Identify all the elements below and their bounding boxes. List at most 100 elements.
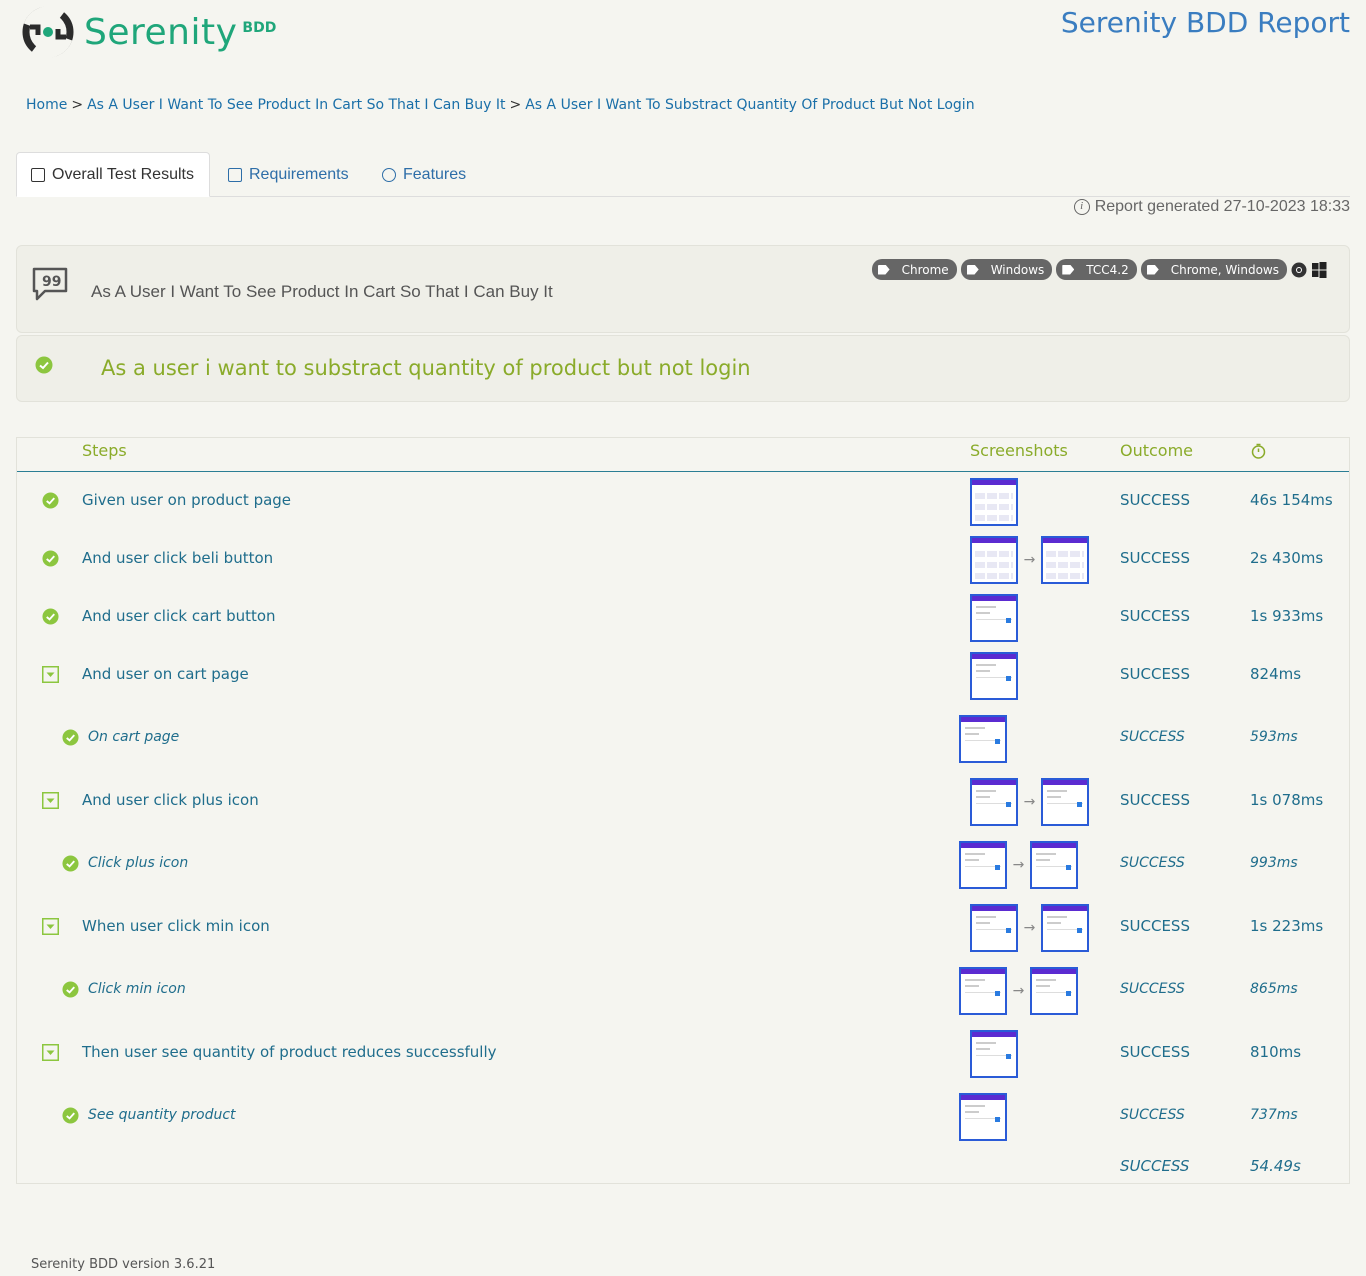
windows-icon <box>1312 261 1327 278</box>
tab-label: Requirements <box>249 165 349 183</box>
tag-tcc[interactable]: TCC4.2 <box>1056 259 1137 280</box>
screenshots: → <box>970 778 1089 826</box>
step-description: And user click plus icon <box>82 791 259 809</box>
footer-version: Serenity BDD version 3.6.21 <box>31 1257 216 1272</box>
screenshot-thumbnail[interactable] <box>1041 536 1089 584</box>
step-duration: 2s 430ms <box>1250 549 1324 567</box>
screenshot-thumbnail[interactable] <box>959 715 1007 763</box>
tag-icon <box>1146 264 1159 275</box>
table-row-substep: Click min icon → SUCCESS 865ms <box>17 967 1349 1015</box>
breadcrumb-home[interactable]: Home <box>26 97 67 113</box>
logo-subtext: BDD <box>242 20 277 36</box>
step-outcome: SUCCESS <box>1120 917 1190 935</box>
header-screenshots: Screenshots <box>970 441 1068 460</box>
tag-chrome[interactable]: Chrome <box>871 259 957 280</box>
screenshot-thumbnail[interactable] <box>1030 967 1078 1015</box>
tab-label: Overall Test Results <box>52 165 194 183</box>
serenity-logo[interactable]: Serenity BDD <box>22 5 276 59</box>
table-row[interactable]: And user click plus icon → SUCCESS 1s 07… <box>17 778 1349 826</box>
chrome-icon <box>1291 262 1307 277</box>
tab-label: Features <box>403 165 467 183</box>
step-duration: 737ms <box>1250 1107 1298 1123</box>
screenshots: → <box>959 967 1078 1015</box>
breadcrumb-feature[interactable]: As A User I Want To See Product In Cart … <box>87 97 505 113</box>
screenshots: → <box>959 841 1078 889</box>
arrow-right-icon: → <box>1012 983 1025 999</box>
expand-toggle-icon[interactable] <box>42 918 59 935</box>
requirement-title[interactable]: As A User I Want To See Product In Cart … <box>91 282 553 302</box>
screenshots <box>959 1093 1007 1141</box>
tag-chrome-windows[interactable]: Chrome, Windows <box>1140 259 1287 280</box>
step-description: On cart page <box>88 729 180 745</box>
quote-bubble-icon: 99 <box>32 267 68 301</box>
expand-toggle-icon[interactable] <box>42 1044 59 1061</box>
tab-features[interactable]: Features <box>368 152 480 197</box>
screenshots <box>970 1030 1018 1078</box>
screenshot-thumbnail[interactable] <box>970 478 1018 526</box>
expand-toggle-icon[interactable] <box>42 792 59 809</box>
table-row: Given user on product page SUCCESS 46s 1… <box>17 478 1349 526</box>
step-duration: 1s 933ms <box>1250 607 1324 625</box>
tag-windows[interactable]: Windows <box>960 259 1053 280</box>
total-outcome: SUCCESS <box>1120 1157 1190 1175</box>
screenshots <box>970 478 1018 526</box>
success-icon <box>62 981 79 998</box>
step-outcome: SUCCESS <box>1120 549 1190 567</box>
tag-label: Windows <box>990 262 1045 277</box>
step-description: And user click beli button <box>82 549 274 567</box>
breadcrumb-scenario[interactable]: As A User I Want To Substract Quantity O… <box>525 97 974 113</box>
screenshot-thumbnail[interactable] <box>959 967 1007 1015</box>
table-row-substep: See quantity product SUCCESS 737ms <box>17 1093 1349 1141</box>
success-icon <box>42 550 59 567</box>
arrow-right-icon: → <box>1012 857 1025 873</box>
screenshot-thumbnail[interactable] <box>959 841 1007 889</box>
step-description: Click min icon <box>88 981 186 997</box>
list-icon <box>228 167 242 182</box>
scenario-panel: As a user i want to substract quantity o… <box>16 335 1350 402</box>
success-icon <box>62 855 79 872</box>
step-description: Then user see quantity of product reduce… <box>82 1043 497 1061</box>
checklist-icon <box>31 167 45 182</box>
scenario-title: As a user i want to substract quantity o… <box>101 356 751 380</box>
screenshot-thumbnail[interactable] <box>1041 904 1089 952</box>
screenshot-thumbnail[interactable] <box>970 778 1018 826</box>
stopwatch-icon <box>1251 443 1266 459</box>
step-duration: 593ms <box>1250 729 1298 745</box>
report-generated-text: Report generated 27-10-2023 18:33 <box>1094 198 1350 215</box>
step-outcome: SUCCESS <box>1120 665 1190 683</box>
step-outcome: SUCCESS <box>1120 981 1185 997</box>
step-outcome: SUCCESS <box>1120 491 1190 509</box>
screenshot-thumbnail[interactable] <box>1030 841 1078 889</box>
screenshots <box>970 652 1018 700</box>
screenshot-thumbnail[interactable] <box>970 904 1018 952</box>
expand-toggle-icon[interactable] <box>42 666 59 683</box>
screenshot-thumbnail[interactable] <box>959 1093 1007 1141</box>
info-icon: i <box>1073 199 1090 215</box>
tag-icon <box>877 264 890 275</box>
table-row[interactable]: When user click min icon → SUCCESS 1s 22… <box>17 904 1349 952</box>
screenshot-thumbnail[interactable] <box>970 536 1018 584</box>
screenshot-thumbnail[interactable] <box>970 594 1018 642</box>
report-title: Serenity BDD Report <box>1060 6 1350 39</box>
arrow-right-icon: → <box>1023 794 1036 810</box>
steps-table-header: Steps Screenshots Outcome <box>17 438 1349 472</box>
step-description: Given user on product page <box>82 491 292 509</box>
total-duration: 54.49s <box>1250 1157 1301 1175</box>
tab-requirements[interactable]: Requirements <box>214 152 363 197</box>
screenshot-thumbnail[interactable] <box>970 652 1018 700</box>
report-generated: i Report generated 27-10-2023 18:33 <box>1073 198 1350 216</box>
svg-text:99: 99 <box>42 274 61 290</box>
tag-list: Chrome Windows TCC4.2 Chrome, Windows <box>871 259 1327 280</box>
table-row[interactable]: Then user see quantity of product reduce… <box>17 1030 1349 1078</box>
table-row-substep: Click plus icon → SUCCESS 993ms <box>17 841 1349 889</box>
step-description: And user click cart button <box>82 607 276 625</box>
screenshot-thumbnail[interactable] <box>970 1030 1018 1078</box>
step-description: When user click min icon <box>82 917 270 935</box>
table-row[interactable]: And user on cart page SUCCESS 824ms <box>17 652 1349 700</box>
step-duration: 993ms <box>1250 855 1298 871</box>
step-duration: 865ms <box>1250 981 1298 997</box>
tab-overall-test-results[interactable]: Overall Test Results <box>16 152 210 197</box>
screenshot-thumbnail[interactable] <box>1041 778 1089 826</box>
breadcrumb-separator: > <box>71 97 84 113</box>
table-row-substep: On cart page SUCCESS 593ms <box>17 715 1349 763</box>
